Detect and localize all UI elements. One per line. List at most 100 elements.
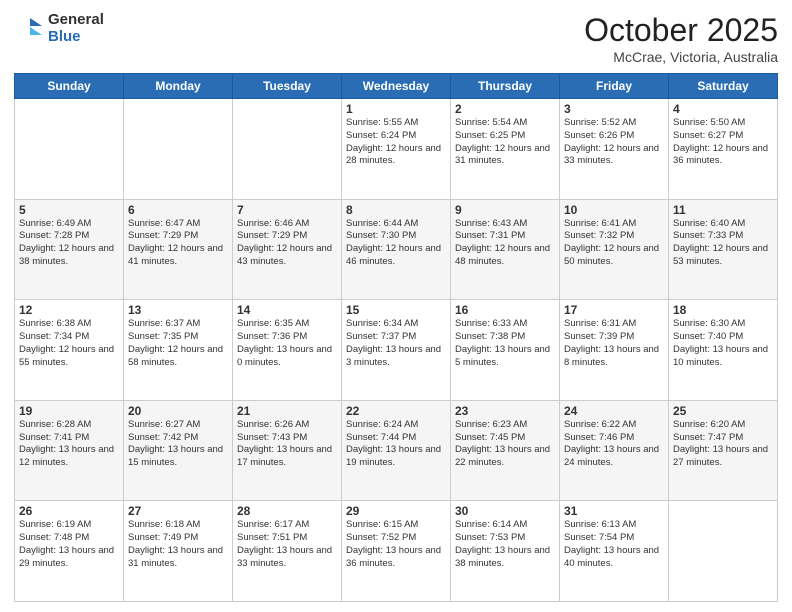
cell-info: Sunrise: 6:24 AM Sunset: 7:44 PM Dayligh…	[346, 419, 446, 470]
cell-info: Sunrise: 6:27 AM Sunset: 7:42 PM Dayligh…	[128, 419, 228, 470]
day-number: 15	[346, 303, 446, 317]
cell-info: Sunrise: 6:47 AM Sunset: 7:29 PM Dayligh…	[128, 218, 228, 269]
logo-blue-text: Blue	[48, 29, 104, 46]
calendar-cell: 9Sunrise: 6:43 AM Sunset: 7:31 PM Daylig…	[451, 199, 560, 300]
col-header-tuesday: Tuesday	[233, 74, 342, 99]
cell-info: Sunrise: 5:50 AM Sunset: 6:27 PM Dayligh…	[673, 117, 773, 168]
calendar-cell: 8Sunrise: 6:44 AM Sunset: 7:30 PM Daylig…	[342, 199, 451, 300]
day-number: 16	[455, 303, 555, 317]
calendar-cell: 6Sunrise: 6:47 AM Sunset: 7:29 PM Daylig…	[124, 199, 233, 300]
calendar-cell: 23Sunrise: 6:23 AM Sunset: 7:45 PM Dayli…	[451, 400, 560, 501]
day-number: 4	[673, 102, 773, 116]
calendar-week-4: 26Sunrise: 6:19 AM Sunset: 7:48 PM Dayli…	[15, 501, 778, 602]
month-title: October 2025	[584, 12, 778, 49]
day-number: 6	[128, 203, 228, 217]
calendar-cell: 18Sunrise: 6:30 AM Sunset: 7:40 PM Dayli…	[669, 300, 778, 401]
cell-info: Sunrise: 6:26 AM Sunset: 7:43 PM Dayligh…	[237, 419, 337, 470]
calendar-cell: 28Sunrise: 6:17 AM Sunset: 7:51 PM Dayli…	[233, 501, 342, 602]
cell-info: Sunrise: 6:31 AM Sunset: 7:39 PM Dayligh…	[564, 318, 664, 369]
calendar-cell: 30Sunrise: 6:14 AM Sunset: 7:53 PM Dayli…	[451, 501, 560, 602]
cell-info: Sunrise: 6:40 AM Sunset: 7:33 PM Dayligh…	[673, 218, 773, 269]
cell-info: Sunrise: 6:38 AM Sunset: 7:34 PM Dayligh…	[19, 318, 119, 369]
cell-info: Sunrise: 6:43 AM Sunset: 7:31 PM Dayligh…	[455, 218, 555, 269]
calendar-cell: 19Sunrise: 6:28 AM Sunset: 7:41 PM Dayli…	[15, 400, 124, 501]
calendar-cell	[124, 99, 233, 200]
calendar-cell: 12Sunrise: 6:38 AM Sunset: 7:34 PM Dayli…	[15, 300, 124, 401]
day-number: 1	[346, 102, 446, 116]
day-number: 31	[564, 504, 664, 518]
calendar-cell: 13Sunrise: 6:37 AM Sunset: 7:35 PM Dayli…	[124, 300, 233, 401]
day-number: 5	[19, 203, 119, 217]
cell-info: Sunrise: 6:37 AM Sunset: 7:35 PM Dayligh…	[128, 318, 228, 369]
cell-info: Sunrise: 6:35 AM Sunset: 7:36 PM Dayligh…	[237, 318, 337, 369]
logo: General Blue	[14, 12, 104, 45]
page: General Blue October 2025 McCrae, Victor…	[0, 0, 792, 612]
calendar-cell: 27Sunrise: 6:18 AM Sunset: 7:49 PM Dayli…	[124, 501, 233, 602]
cell-info: Sunrise: 5:54 AM Sunset: 6:25 PM Dayligh…	[455, 117, 555, 168]
cell-info: Sunrise: 6:14 AM Sunset: 7:53 PM Dayligh…	[455, 519, 555, 570]
calendar-week-0: 1Sunrise: 5:55 AM Sunset: 6:24 PM Daylig…	[15, 99, 778, 200]
cell-info: Sunrise: 6:20 AM Sunset: 7:47 PM Dayligh…	[673, 419, 773, 470]
calendar-cell: 20Sunrise: 6:27 AM Sunset: 7:42 PM Dayli…	[124, 400, 233, 501]
day-number: 2	[455, 102, 555, 116]
cell-info: Sunrise: 6:49 AM Sunset: 7:28 PM Dayligh…	[19, 218, 119, 269]
logo-general-text: General	[48, 12, 104, 29]
col-header-sunday: Sunday	[15, 74, 124, 99]
cell-info: Sunrise: 5:52 AM Sunset: 6:26 PM Dayligh…	[564, 117, 664, 168]
day-number: 9	[455, 203, 555, 217]
cell-info: Sunrise: 6:15 AM Sunset: 7:52 PM Dayligh…	[346, 519, 446, 570]
calendar-cell: 2Sunrise: 5:54 AM Sunset: 6:25 PM Daylig…	[451, 99, 560, 200]
calendar-cell	[233, 99, 342, 200]
day-number: 14	[237, 303, 337, 317]
day-number: 23	[455, 404, 555, 418]
day-number: 17	[564, 303, 664, 317]
calendar-week-2: 12Sunrise: 6:38 AM Sunset: 7:34 PM Dayli…	[15, 300, 778, 401]
cell-info: Sunrise: 6:18 AM Sunset: 7:49 PM Dayligh…	[128, 519, 228, 570]
day-number: 18	[673, 303, 773, 317]
day-number: 24	[564, 404, 664, 418]
title-section: October 2025 McCrae, Victoria, Australia	[584, 12, 778, 65]
day-number: 21	[237, 404, 337, 418]
calendar-cell	[15, 99, 124, 200]
calendar-cell: 3Sunrise: 5:52 AM Sunset: 6:26 PM Daylig…	[560, 99, 669, 200]
cell-info: Sunrise: 6:41 AM Sunset: 7:32 PM Dayligh…	[564, 218, 664, 269]
day-number: 13	[128, 303, 228, 317]
col-header-friday: Friday	[560, 74, 669, 99]
logo-icon	[14, 14, 44, 44]
cell-info: Sunrise: 6:17 AM Sunset: 7:51 PM Dayligh…	[237, 519, 337, 570]
calendar-cell: 16Sunrise: 6:33 AM Sunset: 7:38 PM Dayli…	[451, 300, 560, 401]
calendar-cell: 11Sunrise: 6:40 AM Sunset: 7:33 PM Dayli…	[669, 199, 778, 300]
day-number: 22	[346, 404, 446, 418]
day-number: 27	[128, 504, 228, 518]
day-number: 20	[128, 404, 228, 418]
cell-info: Sunrise: 6:46 AM Sunset: 7:29 PM Dayligh…	[237, 218, 337, 269]
calendar-cell: 29Sunrise: 6:15 AM Sunset: 7:52 PM Dayli…	[342, 501, 451, 602]
cell-info: Sunrise: 5:55 AM Sunset: 6:24 PM Dayligh…	[346, 117, 446, 168]
col-header-thursday: Thursday	[451, 74, 560, 99]
cell-info: Sunrise: 6:44 AM Sunset: 7:30 PM Dayligh…	[346, 218, 446, 269]
col-header-wednesday: Wednesday	[342, 74, 451, 99]
calendar: SundayMondayTuesdayWednesdayThursdayFrid…	[14, 73, 778, 602]
calendar-cell: 31Sunrise: 6:13 AM Sunset: 7:54 PM Dayli…	[560, 501, 669, 602]
cell-info: Sunrise: 6:13 AM Sunset: 7:54 PM Dayligh…	[564, 519, 664, 570]
calendar-cell: 4Sunrise: 5:50 AM Sunset: 6:27 PM Daylig…	[669, 99, 778, 200]
cell-info: Sunrise: 6:28 AM Sunset: 7:41 PM Dayligh…	[19, 419, 119, 470]
calendar-header-row: SundayMondayTuesdayWednesdayThursdayFrid…	[15, 74, 778, 99]
col-header-monday: Monday	[124, 74, 233, 99]
cell-info: Sunrise: 6:19 AM Sunset: 7:48 PM Dayligh…	[19, 519, 119, 570]
header: General Blue October 2025 McCrae, Victor…	[14, 12, 778, 65]
cell-info: Sunrise: 6:23 AM Sunset: 7:45 PM Dayligh…	[455, 419, 555, 470]
calendar-cell: 1Sunrise: 5:55 AM Sunset: 6:24 PM Daylig…	[342, 99, 451, 200]
day-number: 26	[19, 504, 119, 518]
day-number: 29	[346, 504, 446, 518]
calendar-cell: 25Sunrise: 6:20 AM Sunset: 7:47 PM Dayli…	[669, 400, 778, 501]
calendar-cell: 5Sunrise: 6:49 AM Sunset: 7:28 PM Daylig…	[15, 199, 124, 300]
day-number: 12	[19, 303, 119, 317]
calendar-cell: 10Sunrise: 6:41 AM Sunset: 7:32 PM Dayli…	[560, 199, 669, 300]
day-number: 28	[237, 504, 337, 518]
location: McCrae, Victoria, Australia	[584, 49, 778, 65]
calendar-week-1: 5Sunrise: 6:49 AM Sunset: 7:28 PM Daylig…	[15, 199, 778, 300]
day-number: 19	[19, 404, 119, 418]
cell-info: Sunrise: 6:30 AM Sunset: 7:40 PM Dayligh…	[673, 318, 773, 369]
cell-info: Sunrise: 6:33 AM Sunset: 7:38 PM Dayligh…	[455, 318, 555, 369]
